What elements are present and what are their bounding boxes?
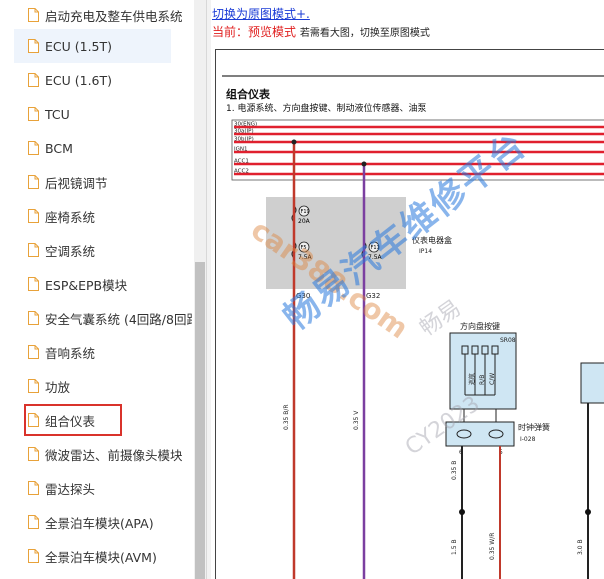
splice-point — [459, 509, 465, 515]
clock-spring-label: 时钟弹簧 — [518, 422, 550, 432]
steering-switch-text-3: C/W — [489, 373, 496, 385]
sidebar-item-label: 全景泊车模块(AVM) — [45, 549, 157, 565]
document-icon — [28, 39, 39, 53]
power-rail-label: ACC2 — [234, 169, 249, 175]
document-icon — [28, 515, 39, 529]
highlight-box — [24, 404, 122, 436]
document-icon — [28, 209, 39, 223]
power-rails: 30(ENG)30a(IP) 30b(IP) IGN1 ACC1 ACC2 — [231, 119, 604, 181]
fuse-box-code: IP14 — [419, 248, 432, 255]
sidebar-item[interactable]: 微波雷达、前摄像头模块 — [28, 437, 192, 471]
sidebar-item[interactable]: 全景泊车模块(AVM) — [28, 539, 192, 573]
switch-original-link[interactable]: 切换为原图模式+. — [212, 5, 310, 22]
clock-spring-code: I-028 — [520, 436, 536, 443]
steering-switch-code: SR08 — [500, 337, 516, 344]
lower-wire-label-4: 3.0 B — [577, 539, 584, 555]
sidebar-item[interactable]: 空调系统 — [28, 233, 192, 267]
document-icon — [28, 345, 39, 359]
file-tree-panel: 启动充电及整车供电系统 ECU (1.5T) ECU (1.6T) TCU BCM 后视镜… — [0, 0, 194, 579]
right-splice-point — [585, 509, 591, 515]
document-icon — [28, 73, 39, 87]
sidebar-item-label: 全景泊车模块(APA) — [45, 515, 154, 531]
diagram-subtitle: 1. 电源系统、方向盘按键、制动液位传感器、油泵 — [226, 102, 426, 114]
document-icon — [28, 311, 39, 325]
document-icon — [28, 107, 39, 121]
sidebar-item-label: 安全气囊系统 (4回路/8回路) — [45, 311, 192, 327]
wire-label-br: 0.35 B/R — [283, 404, 290, 430]
sidebar-item[interactable]: 音响系统 — [28, 335, 192, 369]
sidebar-item[interactable]: 全景泊车模块(APA) — [28, 505, 192, 539]
partial-component — [580, 362, 604, 404]
sidebar-item[interactable]: 启动充电及整车供电系统 — [28, 0, 192, 32]
sidebar-item[interactable]: ECU (1.6T) — [28, 63, 192, 97]
sidebar-item-label: ECU (1.5T) — [45, 38, 113, 54]
scrollbar-thumb[interactable] — [195, 262, 205, 579]
sidebar-item[interactable]: BCM — [28, 131, 192, 165]
sidebar-item[interactable]: TCU — [28, 97, 192, 131]
sidebar-item-label: ESP&EPB模块 — [45, 277, 128, 293]
document-icon — [28, 379, 39, 393]
steering-switch-text-2: R/B — [479, 375, 486, 385]
lower-wire-label-1: 0.35 B — [451, 461, 458, 480]
lower-wire-label-2: 0.35 W/R — [489, 533, 496, 560]
sidebar-item-label: 功放 — [45, 379, 71, 395]
sidebar-item-label: 座椅系统 — [45, 209, 96, 225]
sidebar-item-label: 空调系统 — [45, 243, 96, 259]
current-mode-label: 当前：预览模式 — [212, 25, 297, 39]
fuse-id: F19 — [301, 209, 310, 215]
document-icon — [28, 277, 39, 291]
fuse-rating: 20A — [298, 218, 311, 225]
power-rail-label: 30(ENG) — [234, 122, 257, 128]
rail-frame — [231, 119, 604, 181]
sidebar-item-label: 雷达探头 — [45, 481, 96, 497]
sidebar-item-label: ECU (1.6T) — [45, 72, 113, 88]
current-mode-hint: 若需看大图，切换至原图模式 — [299, 28, 430, 39]
power-rail-label: ACC1 — [234, 159, 249, 165]
document-icon — [28, 175, 39, 189]
document-icon — [28, 141, 39, 155]
lower-wire-label-3: 1.5 B — [451, 539, 458, 555]
power-rail-label: 30a(IP) — [234, 129, 254, 135]
sidebar-item-label: 启动充电及整车供电系统 — [45, 8, 183, 24]
steering-switch-text-1: 巡航 — [468, 373, 476, 385]
sidebar-item[interactable]: 座椅系统 — [28, 199, 192, 233]
document-icon — [28, 243, 39, 257]
sidebar-item[interactable]: 安全气囊系统 (4回路/8回路) — [28, 301, 192, 335]
wiring-diagram[interactable]: 组合仪表 1. 电源系统、方向盘按键、制动液位传感器、油泵 30(ENG) 30a… — [215, 49, 604, 579]
sidebar-scrollbar[interactable] — [194, 0, 206, 579]
wire-label-v: 0.35 V — [353, 410, 360, 430]
power-rail-label: IGN1 — [234, 147, 248, 153]
rail-junction-1 — [291, 139, 297, 145]
power-rail-label: 30b(IP) — [234, 137, 254, 143]
document-icon — [28, 549, 39, 563]
preview-panel: 切换为原图模式+. 当前：预览模式 若需看大图，切换至原图模式 组合仪表 1. … — [211, 0, 604, 579]
current-mode-line: 当前：预览模式 若需看大图，切换至原图模式 — [212, 23, 430, 40]
sidebar-item-label: BCM — [45, 140, 73, 156]
sidebar-item[interactable]: 功放 — [28, 369, 192, 403]
diagram-title: 组合仪表 — [226, 87, 271, 101]
sidebar-item[interactable]: ESP&EPB模块 — [28, 267, 192, 301]
sidebar-item[interactable]: 雷达探头 — [28, 471, 192, 505]
steering-switch-label: 方向盘按键 — [460, 321, 500, 331]
sidebar-item-label: 音响系统 — [45, 345, 96, 361]
document-icon — [28, 8, 39, 22]
sidebar-item-label: 微波雷达、前摄像头模块 — [45, 447, 183, 463]
sidebar-item-label: TCU — [45, 106, 70, 122]
sidebar-item[interactable]: ECU (1.5T) — [14, 29, 171, 63]
document-icon — [28, 447, 39, 461]
sidebar-item-label: 后视镜调节 — [45, 175, 108, 191]
document-icon — [28, 481, 39, 495]
rail-junction-2 — [361, 161, 367, 167]
sidebar-item[interactable]: 后视镜调节 — [28, 165, 192, 199]
